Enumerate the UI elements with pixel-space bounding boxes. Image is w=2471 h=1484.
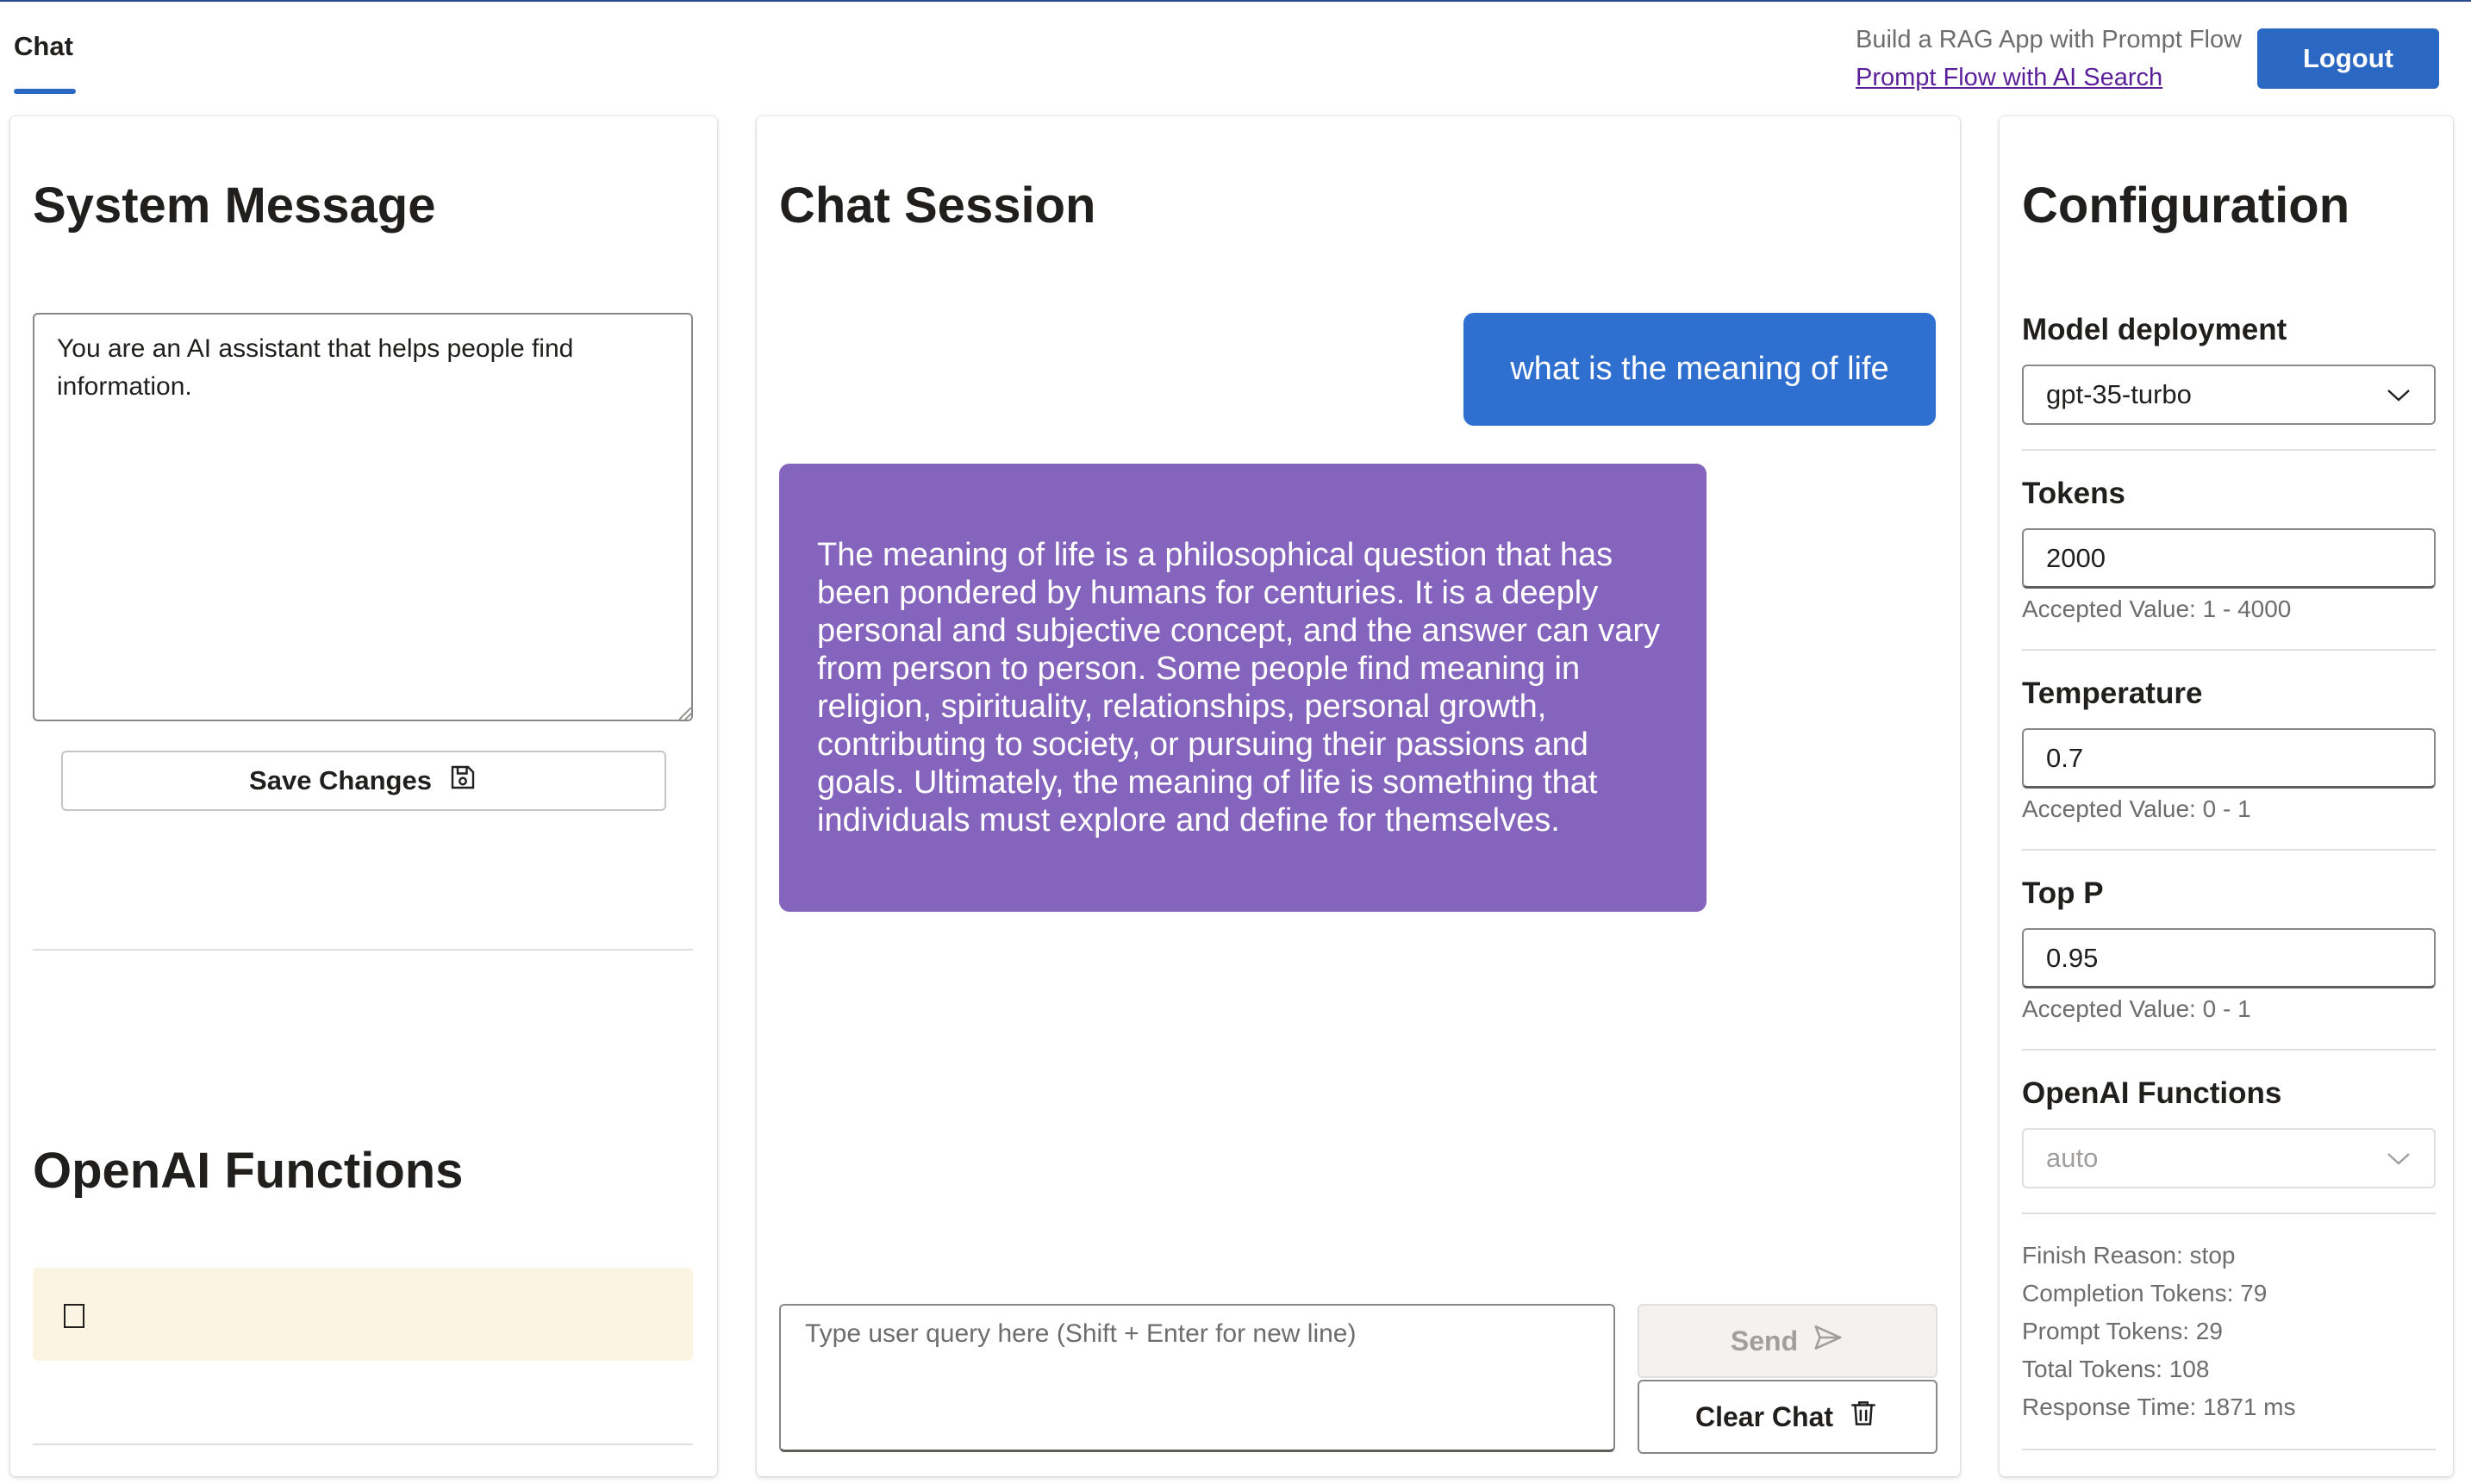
config-divider-1: [2022, 449, 2436, 451]
send-icon: [1812, 1321, 1844, 1361]
tokens-hint: Accepted Value: 1 - 4000: [2022, 595, 2292, 622]
tokens-input[interactable]: 2000: [2022, 528, 2436, 589]
completion-tokens: Completion Tokens: 79: [2022, 1280, 2268, 1306]
chevron-down-icon: [2386, 379, 2412, 410]
save-changes-button[interactable]: Save Changes: [61, 751, 666, 811]
textarea-resize-handle[interactable]: [679, 708, 691, 720]
left-divider-1: [33, 949, 693, 951]
left-divider-2: [33, 1443, 693, 1445]
system-message-panel: System Message You are an AI assistant t…: [10, 116, 717, 1476]
chevron-down-icon: [2386, 1143, 2412, 1174]
logout-button[interactable]: Logout: [2257, 28, 2439, 89]
config-divider-3: [2022, 849, 2436, 851]
top-border: [0, 0, 2471, 2]
tab-chat[interactable]: Chat: [14, 31, 73, 62]
send-button[interactable]: Send: [1638, 1304, 1937, 1378]
configuration-panel: Configuration Model deployment gpt-35-tu…: [2000, 116, 2453, 1476]
send-label: Send: [1730, 1325, 1799, 1356]
openai-functions-select[interactable]: auto: [2022, 1128, 2436, 1188]
tab-chat-underline: [14, 89, 76, 94]
assistant-message-bubble: The meaning of life is a philosophical q…: [779, 464, 1707, 912]
clear-chat-button[interactable]: Clear Chat: [1638, 1380, 1937, 1454]
trash-icon: [1847, 1397, 1880, 1437]
temperature-input[interactable]: 0.7: [2022, 728, 2436, 789]
openai-functions-label: OpenAI Functions: [2022, 1076, 2282, 1110]
tokens-label: Tokens: [2022, 477, 2125, 510]
chat-session-panel: Chat Session what is the meaning of life…: [757, 116, 1960, 1476]
top-p-hint: Accepted Value: 0 - 1: [2022, 995, 2251, 1022]
top-p-label: Top P: [2022, 876, 2104, 910]
temperature-hint: Accepted Value: 0 - 1: [2022, 795, 2251, 822]
prompt-tokens: Prompt Tokens: 29: [2022, 1318, 2223, 1344]
system-message-title: System Message: [33, 178, 436, 234]
clear-chat-label: Clear Chat: [1694, 1400, 1834, 1432]
save-changes-label: Save Changes: [249, 765, 432, 795]
top-p-input[interactable]: 0.95: [2022, 928, 2436, 988]
model-deployment-label: Model deployment: [2022, 313, 2287, 346]
openai-functions-title: OpenAI Functions: [33, 1143, 464, 1199]
user-query-input[interactable]: Type user query here (Shift + Enter for …: [779, 1304, 1615, 1452]
config-divider-5: [2022, 1213, 2436, 1214]
openai-functions-value: auto: [2046, 1143, 2099, 1173]
user-message-bubble: what is the meaning of life: [1463, 313, 1936, 426]
functions-json-box[interactable]: [33, 1268, 693, 1361]
system-message-textarea[interactable]: You are an AI assistant that helps peopl…: [33, 313, 693, 721]
config-divider-6: [2022, 1449, 2436, 1450]
save-icon: [447, 762, 478, 800]
finish-reason: Finish Reason: stop: [2022, 1242, 2236, 1269]
prompt-flow-link[interactable]: Prompt Flow with AI Search: [1856, 64, 2162, 92]
model-deployment-select[interactable]: gpt-35-turbo: [2022, 365, 2436, 425]
configuration-title: Configuration: [2022, 178, 2350, 234]
config-divider-2: [2022, 649, 2436, 651]
total-tokens: Total Tokens: 108: [2022, 1356, 2210, 1382]
functions-json-value: [64, 1304, 84, 1328]
temperature-label: Temperature: [2022, 677, 2203, 710]
response-time: Response Time: 1871 ms: [2022, 1394, 2296, 1420]
model-deployment-value: gpt-35-turbo: [2046, 379, 2192, 409]
chat-session-title: Chat Session: [779, 178, 1096, 234]
config-divider-4: [2022, 1049, 2436, 1051]
header-tagline: Build a RAG App with Prompt Flow: [1856, 26, 2243, 53]
